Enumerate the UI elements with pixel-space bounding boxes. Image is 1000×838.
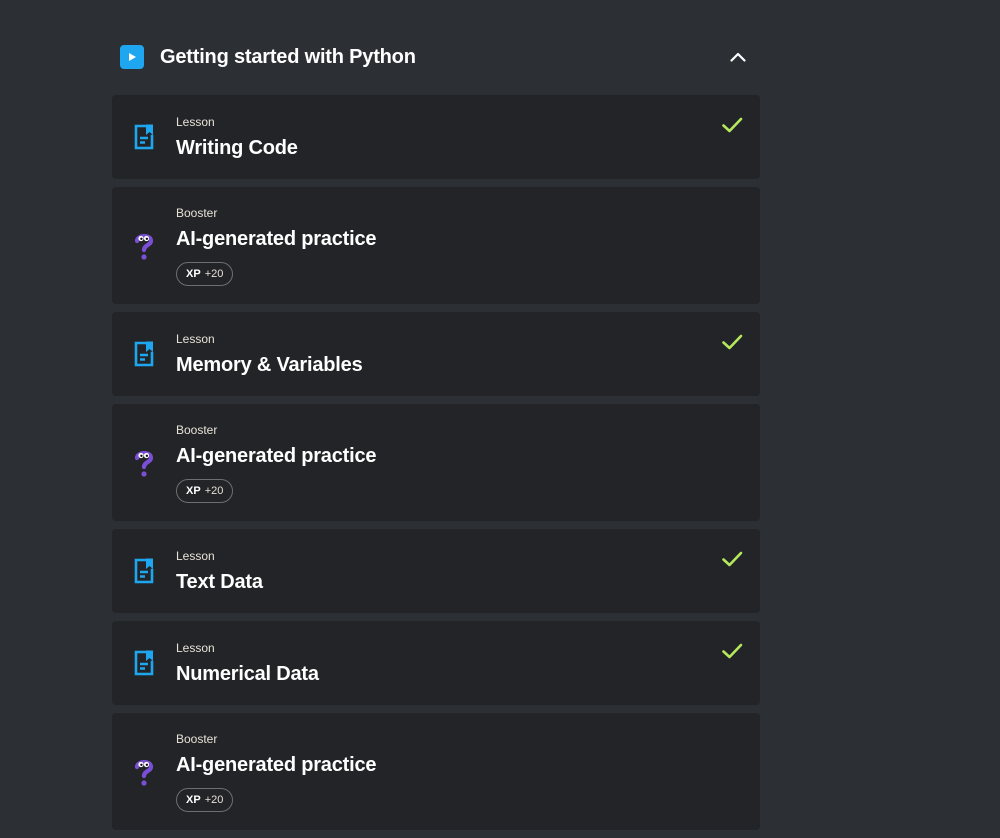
booster-item[interactable]: Booster AI-generated practice XP +20	[112, 713, 760, 830]
item-type: Lesson	[176, 114, 215, 129]
document-bookmark-icon	[132, 338, 156, 370]
item-list: Lesson Writing Code Booster AI-generated…	[112, 95, 760, 830]
item-title: Text Data	[176, 570, 263, 593]
booster-item[interactable]: Booster AI-generated practice XP +20	[112, 404, 760, 521]
chapter-title: Getting started with Python	[160, 45, 416, 68]
xp-label: XP	[186, 484, 201, 497]
item-type: Booster	[176, 422, 218, 437]
item-title: Memory & Variables	[176, 353, 363, 376]
item-title: AI-generated practice	[176, 227, 377, 250]
question-mark-mascot-icon	[132, 447, 156, 479]
check-icon	[720, 113, 744, 137]
check-icon	[720, 330, 744, 354]
chapter-header[interactable]: Getting started with Python	[112, 30, 760, 84]
check-icon	[720, 639, 744, 663]
lesson-item[interactable]: Lesson Numerical Data	[112, 621, 760, 705]
xp-value: +20	[204, 484, 224, 497]
item-title: Writing Code	[176, 136, 298, 159]
item-type: Lesson	[176, 640, 215, 655]
chevron-up-icon[interactable]	[726, 45, 750, 69]
play-icon	[120, 45, 144, 69]
xp-label: XP	[186, 267, 201, 280]
booster-item[interactable]: Booster AI-generated practice XP +20	[112, 187, 760, 304]
xp-badge: XP +20	[176, 261, 234, 286]
xp-badge: XP +20	[176, 787, 234, 812]
lesson-item[interactable]: Lesson Writing Code	[112, 95, 760, 179]
document-bookmark-icon	[132, 121, 156, 153]
xp-value: +20	[204, 793, 224, 806]
xp-label: XP	[186, 793, 201, 806]
item-title: AI-generated practice	[176, 444, 377, 467]
check-icon	[720, 547, 744, 571]
item-type: Lesson	[176, 548, 215, 563]
document-bookmark-icon	[132, 647, 156, 679]
item-type: Booster	[176, 731, 218, 746]
xp-badge: XP +20	[176, 478, 234, 503]
document-bookmark-icon	[132, 555, 156, 587]
item-title: AI-generated practice	[176, 753, 377, 776]
chapter-section: Getting started with Python Lesson Writi…	[112, 30, 760, 838]
lesson-item[interactable]: Lesson Memory & Variables	[112, 312, 760, 396]
xp-value: +20	[204, 267, 224, 280]
lesson-item[interactable]: Lesson Text Data	[112, 529, 760, 613]
item-type: Lesson	[176, 331, 215, 346]
item-title: Numerical Data	[176, 662, 319, 685]
question-mark-mascot-icon	[132, 756, 156, 788]
question-mark-mascot-icon	[132, 230, 156, 262]
item-type: Booster	[176, 205, 218, 220]
